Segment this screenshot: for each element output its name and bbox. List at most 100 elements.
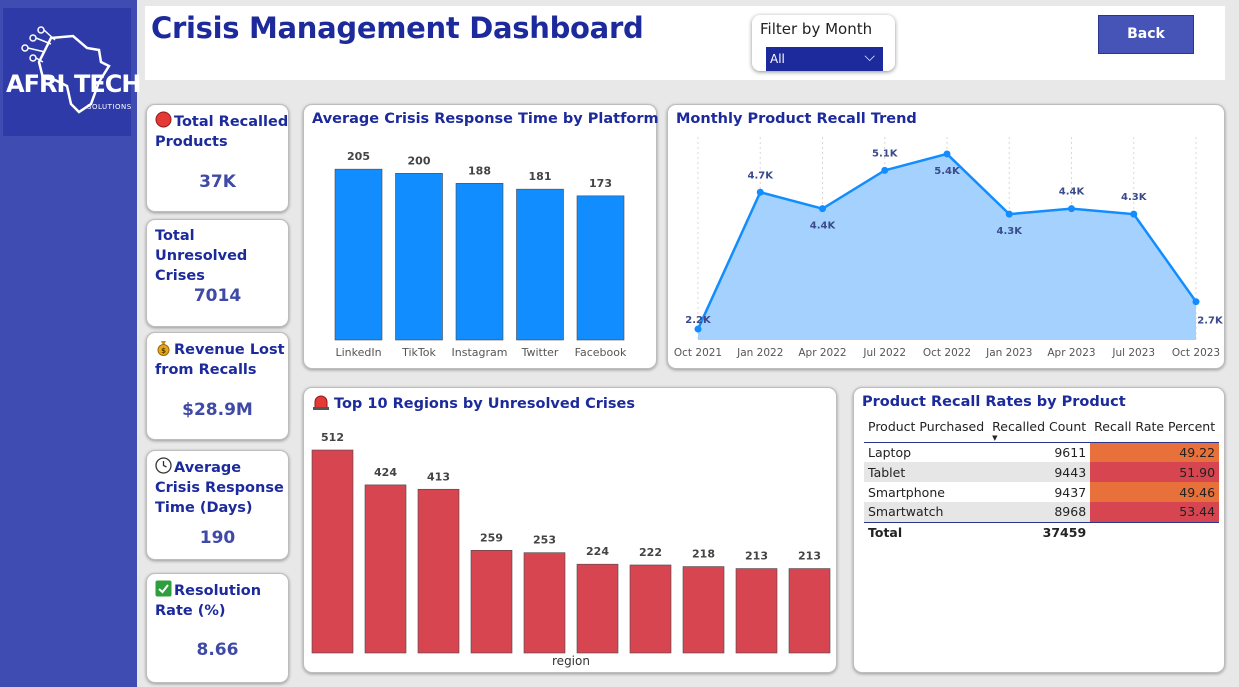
regions-chart: Top 10 Regions by Unresolved Crises 512 4… (303, 387, 837, 673)
month-dropdown-value: All (770, 52, 785, 66)
svg-text:$: $ (161, 347, 166, 355)
data-point (756, 188, 764, 196)
column-header[interactable]: Recalled Count ▼ (988, 416, 1090, 442)
region-bar (788, 568, 831, 654)
product-cell: Smartwatch (868, 504, 944, 520)
rate-cell: 51.90 (1090, 462, 1220, 482)
back-button[interactable]: Back (1098, 15, 1194, 54)
column-header[interactable]: Recall Rate Percent (1090, 416, 1219, 442)
category-label: Facebook (575, 346, 627, 359)
kpi-value: 7014 (193, 286, 242, 306)
x-tick-label: Oct 2022 (923, 347, 971, 359)
x-tick-label: Jul 2022 (862, 347, 906, 359)
page-title: Crisis Management Dashboard (151, 11, 644, 45)
bar-value-label: 222 (639, 546, 662, 559)
table-header-row: Product Purchased Recalled Count ▼ Recal… (864, 416, 1219, 442)
region-bar (364, 484, 407, 654)
platform-bar (395, 173, 443, 341)
kpi-card-total-recalled: Total Recalled Products 37K (146, 104, 289, 212)
total-label: Total (868, 524, 903, 540)
kpi-value: 8.66 (196, 640, 239, 660)
money-bag-icon: $ (157, 341, 170, 356)
table-row[interactable]: Smartphone 9437 49.46 (864, 482, 1220, 502)
bar-value-label: 218 (692, 548, 715, 561)
data-point (1130, 210, 1138, 218)
kpi-title: Average Crisis Response Time (Days) (155, 457, 289, 518)
total-count: 37459 (1042, 524, 1087, 540)
region-bar (682, 566, 725, 654)
x-tick-label: Apr 2023 (1047, 347, 1095, 359)
bar-value-label: 512 (321, 431, 344, 444)
platform-bar-chart: 205 LinkedIn 200 TikTok 188 Instagram 181 Twitt… (334, 150, 627, 359)
bar-value-label: 253 (533, 534, 556, 547)
kpi-value: 37K (199, 172, 236, 192)
category-label: Instagram (452, 346, 508, 359)
x-tick-label: Apr 2022 (798, 347, 846, 359)
product-recall-table: Product Purchased Recalled Count ▼ Recal… (864, 416, 1220, 542)
data-point (943, 150, 951, 158)
bar-value-label: 413 (427, 470, 450, 483)
kpi-title: Resolution Rate (%) (155, 580, 289, 621)
point-label: 4.3K (997, 226, 1024, 237)
platform-bar (455, 183, 504, 341)
filter-label: Filter by Month (760, 20, 873, 38)
platform-response-chart: Average Crisis Response Time by Platform… (303, 104, 659, 369)
point-label: 4.4K (810, 221, 837, 232)
category-label: LinkedIn (335, 346, 381, 359)
month-dropdown[interactable]: All ⌵ (766, 47, 883, 71)
red-circle-icon (155, 111, 172, 128)
column-header[interactable]: Product Purchased (864, 416, 988, 442)
monthly-area-chart: 2.2K 4.7K 4.4K 5.1K 5.4K 4.3K 4.4K 4.3K 2.7K Oct … (674, 137, 1224, 359)
region-bar (417, 488, 460, 654)
sort-desc-icon: ▼ (992, 434, 998, 442)
logo-part2: TECH (74, 70, 141, 98)
kpi-value: $28.9M (182, 400, 253, 420)
region-bar (470, 550, 513, 654)
point-label: 2.2K (685, 315, 712, 326)
x-axis-label: region (552, 654, 590, 668)
rate-cell: 49.46 (1090, 482, 1220, 502)
platform-bar (334, 168, 383, 341)
total-row: Total 37459 (864, 522, 1220, 542)
bar-value-label: 224 (586, 545, 609, 558)
monthly-recall-chart: Monthly Product Recall Trend 2.2K 4.7K 4.4… (667, 104, 1225, 369)
total-rate (1090, 522, 1219, 542)
data-point (1005, 210, 1013, 218)
point-label: 4.3K (1121, 192, 1148, 203)
chevron-down-icon: ⌵ (864, 49, 875, 65)
count-cell: 9437 (1054, 484, 1087, 500)
bar-value-label: 424 (374, 466, 397, 479)
bar-value-label: 173 (589, 177, 612, 190)
region-bar (629, 564, 672, 654)
point-label: 2.7K (1197, 316, 1224, 327)
platform-bar (516, 188, 564, 341)
product-cell: Laptop (868, 444, 912, 460)
product-cell: Smartphone (868, 484, 945, 500)
bar-value-label: 205 (347, 150, 370, 163)
logo-sub: SOLUTIONS (87, 103, 132, 111)
chart-title: Product Recall Rates by Product (862, 394, 1126, 410)
region-bar (523, 552, 566, 654)
platform-bar (576, 195, 625, 341)
bar-value-label: 200 (408, 154, 431, 167)
table-row[interactable]: Tablet 9443 51.90 (864, 462, 1220, 482)
area-fill (698, 153, 1196, 340)
data-point (1192, 298, 1200, 306)
logo-part1: AFRI (6, 70, 65, 98)
kpi-title: Total Unresolved Crises (155, 228, 248, 284)
product-recall-table-card: Product Recall Rates by Product Product … (853, 387, 1225, 673)
kpi-card-revenue-lost: $ Revenue Lost from Recalls $28.9M (146, 332, 289, 440)
kpi-title: Total Recalled Products (155, 111, 289, 152)
region-bar (576, 563, 619, 654)
point-label: 5.1K (872, 148, 899, 159)
table-row[interactable]: Laptop 9611 49.22 (864, 442, 1220, 462)
x-tick-label: Oct 2021 (674, 347, 722, 359)
category-label: TikTok (401, 346, 436, 359)
point-label: 4.4K (1059, 187, 1086, 198)
table-row[interactable]: Smartwatch 8968 53.44 (864, 502, 1220, 522)
count-cell: 8968 (1054, 504, 1087, 520)
category-label: Twitter (521, 346, 559, 359)
product-cell: Tablet (868, 464, 906, 480)
bar-value-label: 259 (480, 531, 503, 544)
check-box-icon (155, 580, 172, 597)
